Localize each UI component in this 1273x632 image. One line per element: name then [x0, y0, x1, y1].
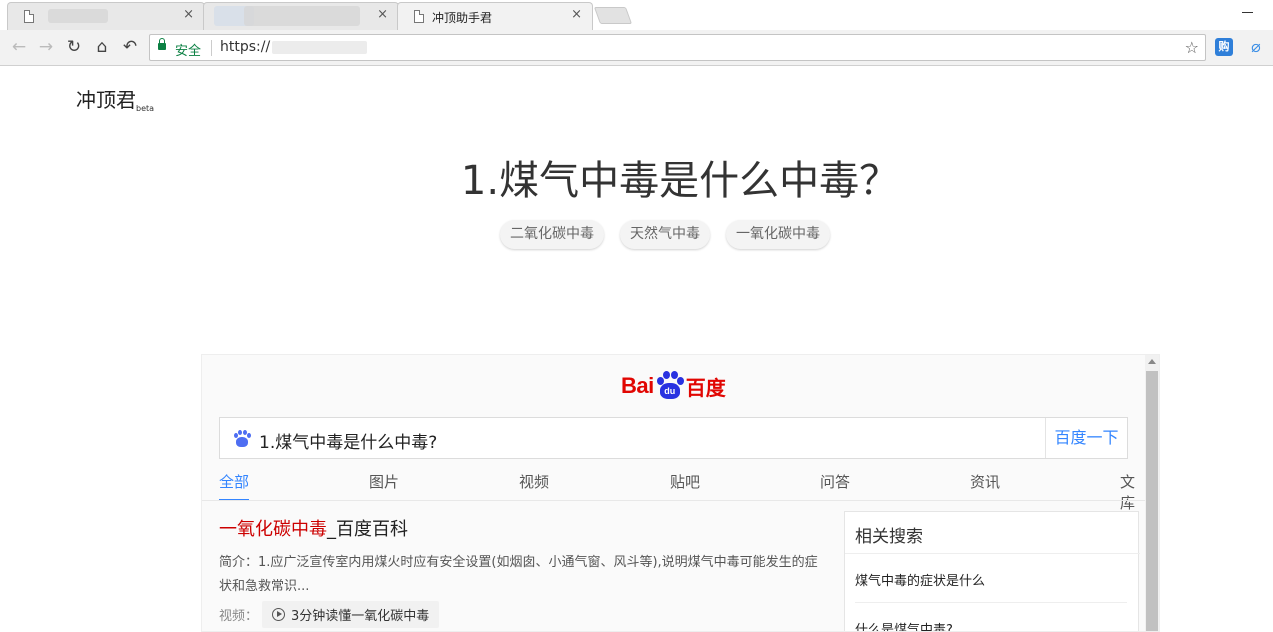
- document-icon: [414, 10, 424, 23]
- search-result: 一氧化碳中毒_百度百科 简介：1.应广泛宣传室内用煤火时应有安全设置(如烟囱、小…: [219, 515, 829, 628]
- video-label: 视频：: [219, 609, 259, 624]
- url-text[interactable]: https://: [220, 39, 270, 55]
- scroll-up-arrow-icon[interactable]: [1148, 359, 1156, 364]
- browser-toolbar: ← → ↻ ⌂ ↶ 安全 https:// ☆ 购 ⌀: [0, 30, 1273, 66]
- answer-option-3[interactable]: 一氧化碳中毒: [726, 220, 830, 249]
- related-divider: [845, 553, 1140, 554]
- frame-scrollbar[interactable]: [1145, 355, 1159, 631]
- baidu-tabs: 全部 图片 视频 贴吧 问答 资讯 文库: [219, 469, 1149, 512]
- tab-qa[interactable]: 问答: [820, 471, 850, 492]
- redacted-url: [272, 41, 367, 54]
- baidu-search-box[interactable]: 1.煤气中毒是什么中毒? 百度一下: [219, 417, 1128, 459]
- address-bar[interactable]: 安全 https:// ☆: [149, 34, 1206, 61]
- shopping-extension-icon[interactable]: 购: [1215, 38, 1233, 56]
- related-title: 相关搜索: [855, 527, 923, 547]
- home-icon[interactable]: ⌂: [91, 36, 113, 58]
- secure-label: 安全: [175, 44, 202, 59]
- play-icon: [272, 608, 286, 621]
- lock-icon: [158, 38, 166, 50]
- undo-icon[interactable]: ↶: [119, 36, 141, 58]
- baidu-logo-cn: 百度: [685, 375, 726, 400]
- beta-badge: beta: [136, 104, 155, 113]
- close-tab-icon[interactable]: ×: [183, 7, 194, 22]
- browser-tab-2[interactable]: ×: [203, 2, 399, 30]
- tab-tieba[interactable]: 贴吧: [670, 471, 700, 492]
- video-title[interactable]: 3分钟读懂一氧化碳中毒: [291, 605, 429, 624]
- close-tab-icon[interactable]: ×: [377, 7, 388, 22]
- question-title: 1.煤气中毒是什么中毒？: [460, 158, 900, 204]
- browser-tab-1[interactable]: ×: [7, 2, 205, 30]
- answer-options: 二氧化碳中毒 天然气中毒 一氧化碳中毒: [500, 220, 830, 249]
- baidu-logo-bai: Bai: [621, 373, 654, 398]
- new-tab-button[interactable]: [593, 7, 633, 24]
- redacted-tab-title: [244, 6, 360, 26]
- reload-icon[interactable]: ↻: [63, 36, 85, 58]
- site-logo-text: 冲顶君: [76, 88, 136, 112]
- baidu-logo-du: du: [659, 383, 680, 399]
- tab-title: 冲顶助手君: [432, 11, 493, 25]
- baidu-search-frame: Bai du 百度 1.煤气中毒是什么中毒? 百度一下 全部 图片 视频 贴吧 …: [201, 354, 1160, 632]
- tab-videos[interactable]: 视频: [519, 471, 549, 492]
- tab-news[interactable]: 资讯: [970, 471, 1000, 492]
- result-title[interactable]: 一氧化碳中毒_百度百科: [219, 515, 829, 541]
- address-divider: [211, 40, 212, 56]
- site-logo: 冲顶君beta: [76, 84, 154, 113]
- answer-option-2[interactable]: 天然气中毒: [620, 220, 710, 249]
- related-item-divider: [855, 602, 1127, 603]
- redacted-tab-title: [48, 9, 108, 23]
- browser-tab-active[interactable]: 冲顶助手君 ×: [397, 2, 593, 30]
- result-title-rest[interactable]: _百度百科: [327, 519, 408, 540]
- related-item-1[interactable]: 煤气中毒的症状是什么: [855, 570, 985, 589]
- search-input[interactable]: 1.煤气中毒是什么中毒?: [259, 428, 437, 453]
- video-link[interactable]: 3分钟读懂一氧化碳中毒: [262, 601, 440, 628]
- close-tab-icon[interactable]: ×: [571, 7, 582, 22]
- paw-icon: [233, 430, 251, 448]
- baidu-search-button[interactable]: 百度一下: [1045, 418, 1127, 458]
- back-arrow-icon[interactable]: ←: [8, 36, 30, 58]
- result-title-highlight[interactable]: 一氧化碳中毒: [219, 519, 327, 540]
- document-icon: [24, 10, 34, 23]
- minimize-window-icon[interactable]: [1242, 12, 1253, 13]
- tab-strip: × × 冲顶助手君 ×: [0, 0, 1273, 30]
- result-description: 简介：1.应广泛宣传室内用煤火时应有安全设置(如烟囱、小通气窗、风斗等),说明煤…: [219, 555, 818, 594]
- tab-images[interactable]: 图片: [369, 471, 399, 492]
- scroll-thumb[interactable]: [1146, 371, 1158, 631]
- related-item-2[interactable]: 什么是煤气中毒?: [855, 619, 953, 631]
- paw-icon: du: [655, 371, 685, 401]
- forward-arrow-icon[interactable]: →: [35, 36, 57, 58]
- leaf-extension-icon[interactable]: ⌀: [1246, 37, 1266, 57]
- answer-option-1[interactable]: 二氧化碳中毒: [500, 220, 604, 249]
- result-video-row: 视频： 3分钟读懂一氧化碳中毒: [219, 601, 440, 628]
- baidu-logo: Bai du 百度: [621, 369, 726, 403]
- bookmark-star-icon[interactable]: ☆: [1185, 38, 1199, 57]
- related-searches: 相关搜索 煤气中毒的症状是什么 什么是煤气中毒?: [844, 511, 1140, 631]
- tab-all[interactable]: 全部: [219, 471, 249, 492]
- tabs-divider: [202, 500, 1147, 501]
